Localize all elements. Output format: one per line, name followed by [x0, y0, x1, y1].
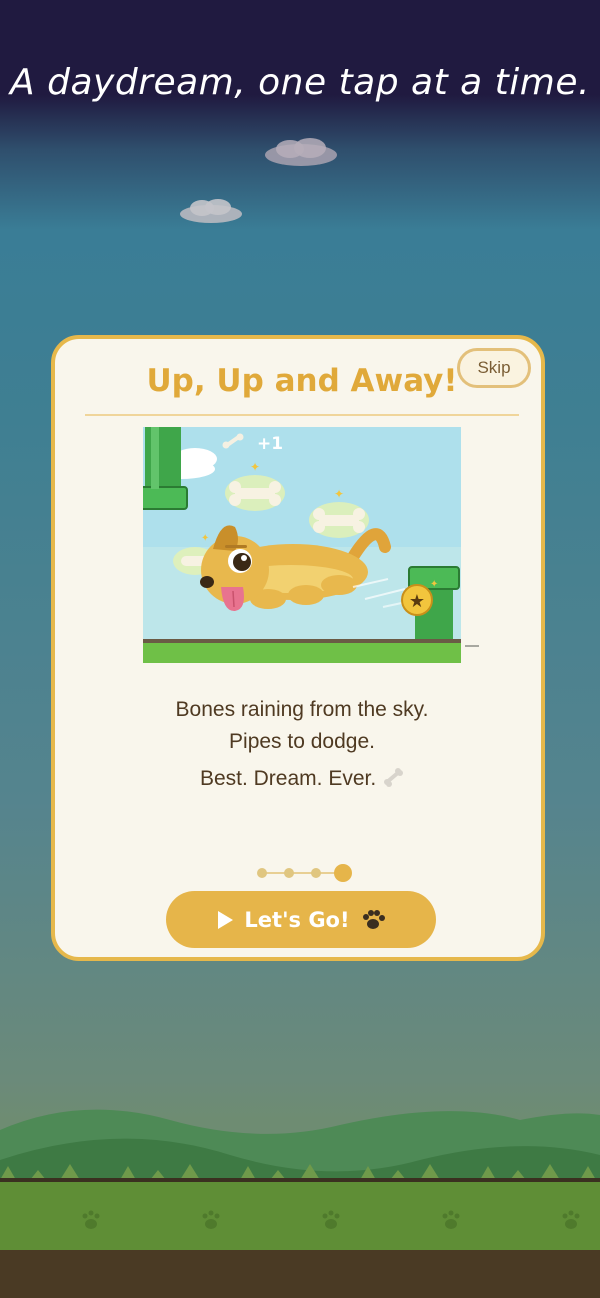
- svg-text:✦: ✦: [334, 487, 344, 501]
- cloud-decoration: [180, 199, 242, 223]
- svg-text:✦: ✦: [201, 533, 209, 544]
- page-dot-2: [284, 868, 294, 878]
- lets-go-button[interactable]: Let's Go!: [166, 891, 436, 948]
- score-popup: +1: [257, 434, 283, 454]
- story-line-1: Bones raining from the sky.: [175, 698, 429, 721]
- paw-icon: [362, 909, 385, 929]
- play-icon: [218, 910, 234, 929]
- lets-go-label: Let's Go!: [244, 907, 350, 932]
- page-indicator: [257, 864, 352, 882]
- title-divider: [85, 414, 519, 416]
- svg-text:✦: ✦: [250, 460, 260, 474]
- story-line-3: Best. Dream. Ever.: [55, 767, 549, 791]
- onboarding-card: Skip Up, Up and Away! +1 ✦ ✦ ✦ ★ ✦ Bones…: [51, 335, 545, 961]
- card-title: Up, Up and Away!: [146, 363, 458, 399]
- cloud-decoration: [265, 138, 337, 166]
- story-line-2: Pipes to dodge.: [229, 730, 375, 753]
- tagline: A daydream, one tap at a time.: [10, 62, 590, 103]
- pipe-top: [138, 427, 188, 510]
- scene-tick: [465, 645, 479, 647]
- svg-text:✦: ✦: [430, 579, 438, 590]
- story-line-3-text: Best. Dream. Ever.: [199, 767, 377, 790]
- page-dot-4-active: [334, 864, 352, 882]
- game-illustration: +1 ✦ ✦ ✦ ★ ✦: [138, 427, 461, 663]
- page-dot-1: [257, 868, 267, 878]
- svg-text:★: ★: [409, 591, 425, 612]
- bone-icon: [384, 768, 404, 787]
- page-dot-3: [311, 868, 321, 878]
- landscape-background: [0, 1109, 600, 1298]
